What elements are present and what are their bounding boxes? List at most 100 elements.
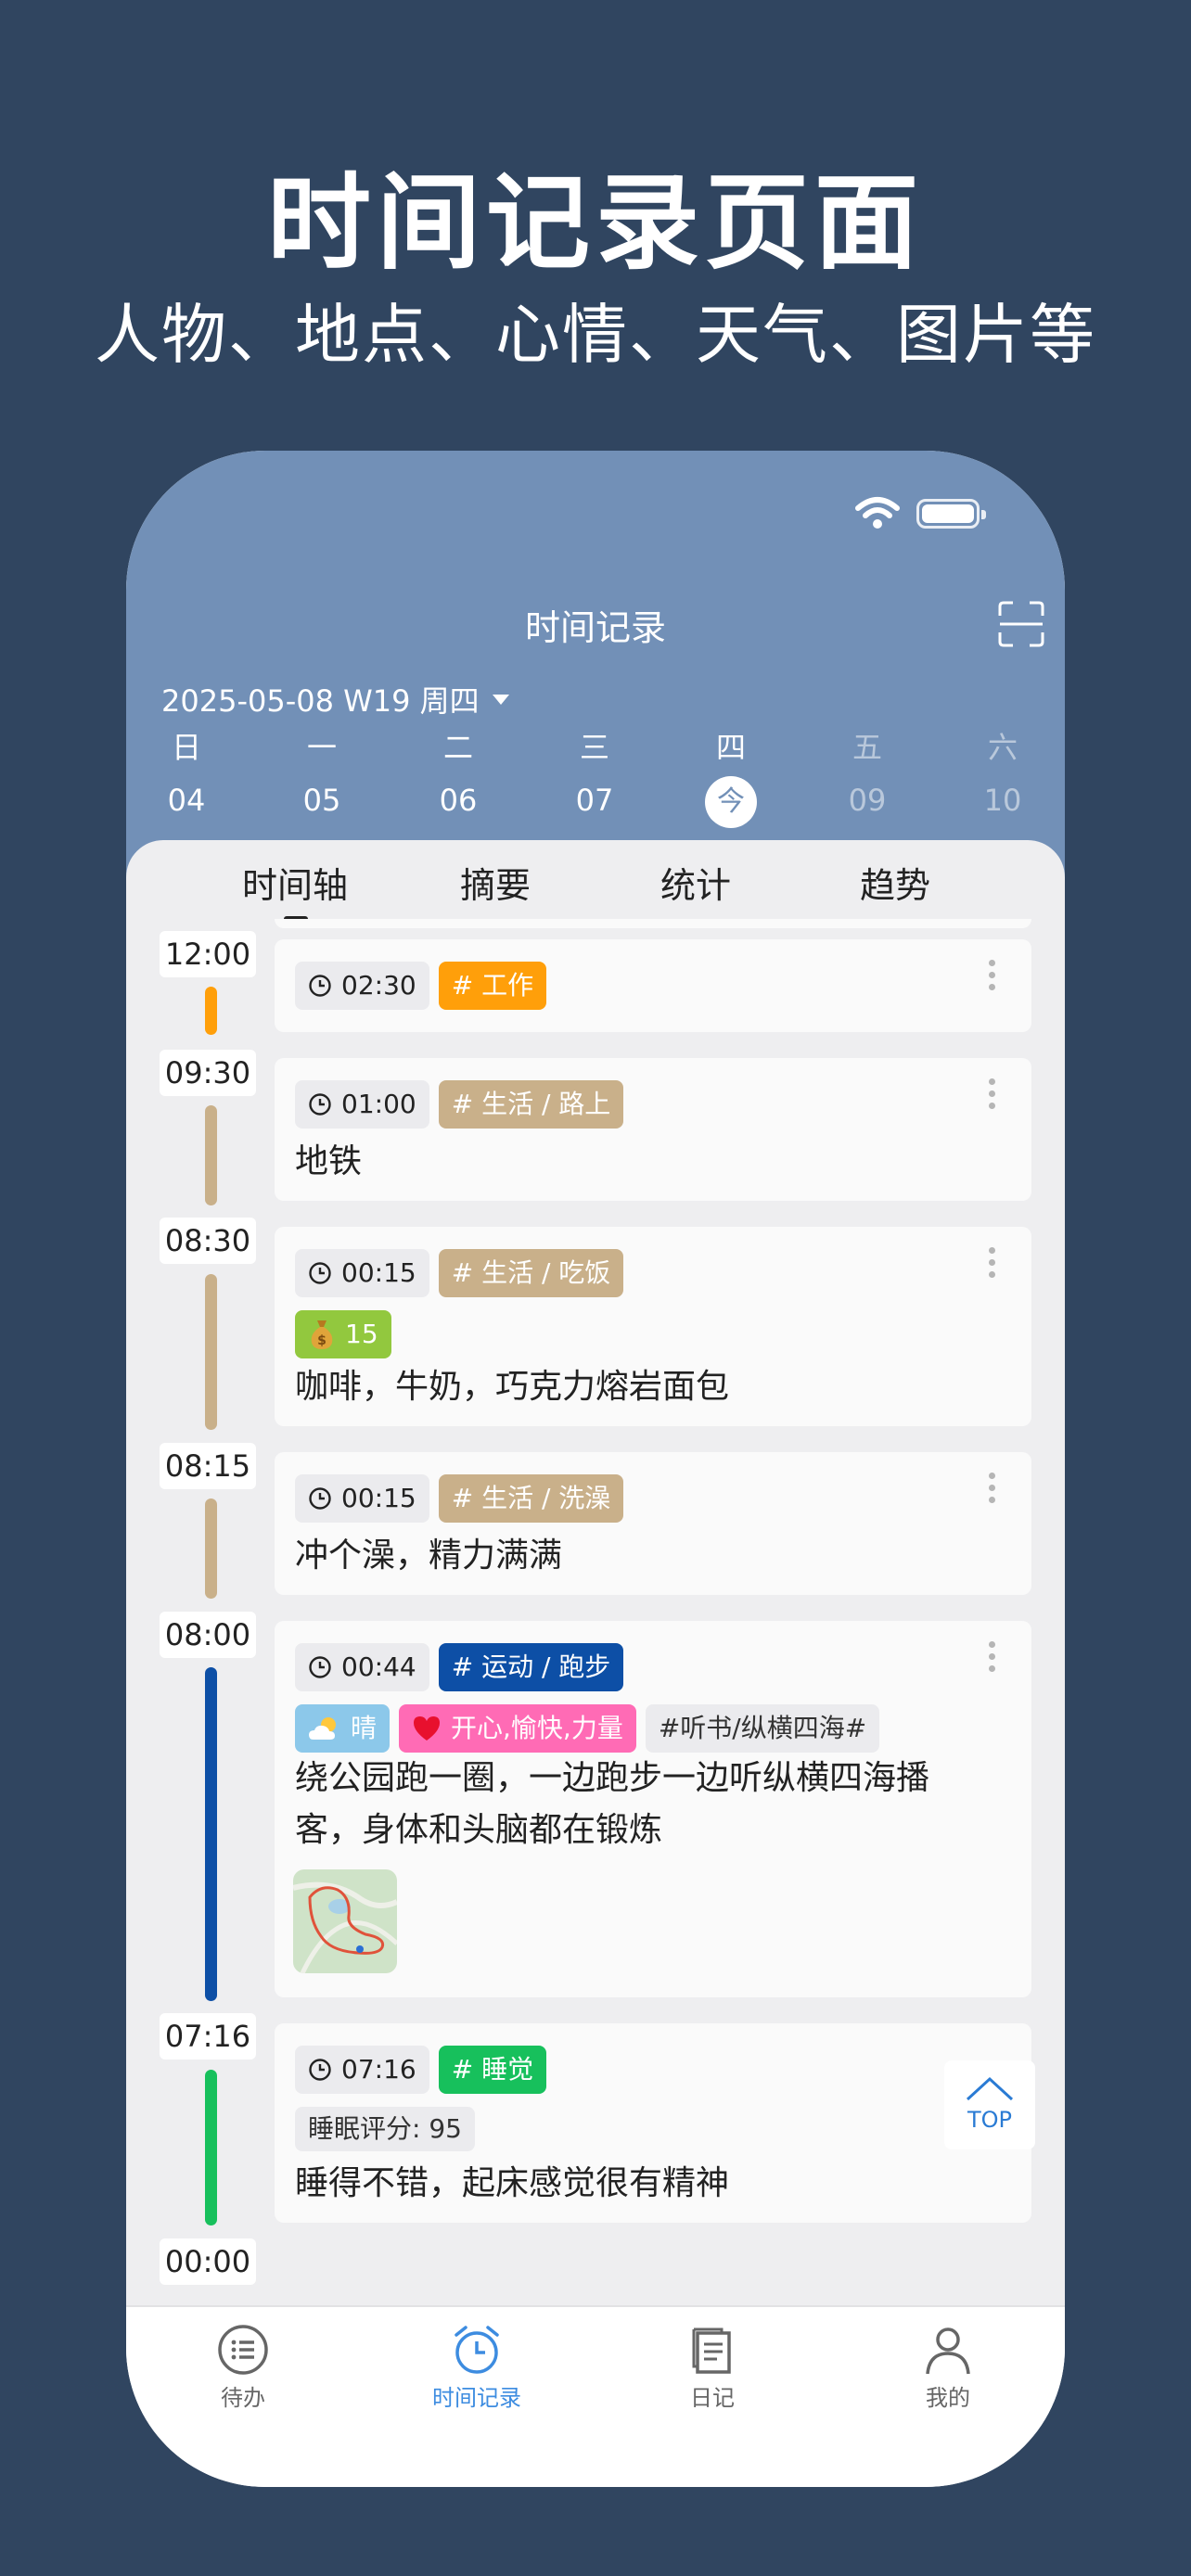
record-card[interactable]: 01:00 # 生活 / 路上 地铁 xyxy=(275,1058,1031,1201)
week-strip: 日 04 一 05 二 06 三 07 四今 五 09 六 10 xyxy=(126,724,1065,828)
diary-icon xyxy=(692,2327,731,2374)
duration-value: 00:15 xyxy=(341,1483,416,1513)
tab-summary[interactable]: 摘要 xyxy=(412,857,579,908)
date-selector[interactable]: 2025-05-08 W19 周四 xyxy=(161,678,509,721)
category-tag[interactable]: # 运动 / 跑步 xyxy=(438,1643,624,1691)
person-icon xyxy=(926,2327,970,2375)
tab-timeline[interactable]: 时间轴 xyxy=(211,857,378,908)
timeline-bar xyxy=(205,1105,217,1205)
more-icon[interactable] xyxy=(987,1641,996,1678)
record-card[interactable]: 00:15 # 生活 / 洗澡 冲个澡，精力满满 xyxy=(275,1452,1031,1595)
nav-label: 我的 xyxy=(926,2385,970,2411)
record-note: 冲个澡，精力满满 xyxy=(295,1537,563,1575)
category-tag[interactable]: # 工作 xyxy=(438,962,547,1010)
clock-icon xyxy=(309,1656,331,1678)
clock-icon xyxy=(309,1262,331,1284)
day-number: 10 xyxy=(983,783,1022,818)
topic-chip[interactable]: #听书/纵横四海# xyxy=(645,1704,880,1753)
day-number: 05 xyxy=(302,783,341,818)
day-tue[interactable]: 二 06 xyxy=(412,724,505,826)
day-number: 04 xyxy=(167,783,206,818)
expense-chip: $ 15 xyxy=(295,1310,391,1358)
more-icon[interactable] xyxy=(987,1247,996,1284)
scan-icon[interactable] xyxy=(998,601,1044,647)
more-icon[interactable] xyxy=(987,1078,996,1116)
record-card[interactable]: 00:15 # 生活 / 吃饭 $ 15 咖啡，牛奶，巧克力熔岩面包 xyxy=(275,1227,1031,1426)
time-label: 00:00 xyxy=(160,2238,256,2285)
timeline-bar xyxy=(205,1498,217,1599)
clock-icon xyxy=(309,1487,331,1510)
list-icon xyxy=(218,2325,268,2375)
day-today[interactable]: 四今 xyxy=(685,724,777,828)
day-number: 09 xyxy=(848,783,887,818)
page-title: 时间记录 xyxy=(524,607,666,648)
day-sun[interactable]: 日 04 xyxy=(140,724,233,826)
tab-statistics[interactable]: 统计 xyxy=(612,857,779,908)
timeline-bar xyxy=(205,2070,217,2225)
day-wed[interactable]: 三 07 xyxy=(548,724,641,826)
duration-value: 07:16 xyxy=(341,2054,416,2085)
day-weekday: 二 xyxy=(442,730,473,765)
nav-todo[interactable]: 待办 xyxy=(178,2324,308,2412)
route-map-thumbnail[interactable] xyxy=(293,1869,397,1973)
record-card[interactable]: 00:44 # 运动 / 跑步 晴 开心,愉快,力量 #听书/纵横四海# 绕公园… xyxy=(275,1621,1031,1997)
phone-frame: 时间记录 2025-05-08 W19 周四 日 04 一 05 二 06 三 07 四… xyxy=(126,451,1065,2487)
time-label: 08:15 xyxy=(160,1443,256,1489)
more-icon[interactable] xyxy=(987,1473,996,1510)
bottom-navigation: 待办 时间记录 日记 我的 xyxy=(126,2305,1065,2487)
category-tag[interactable]: # 生活 / 洗澡 xyxy=(438,1474,624,1523)
record-note: 绕公园跑一圈，一边跑步一边听纵横四海播客，身体和头脑都在锻炼 xyxy=(295,1759,930,1849)
day-weekday: 日 xyxy=(171,730,201,765)
nav-profile[interactable]: 我的 xyxy=(883,2324,1013,2412)
svg-text:$: $ xyxy=(317,1333,327,1348)
mood-chip: 开心,愉快,力量 xyxy=(399,1704,636,1753)
duration-chip: 01:00 xyxy=(295,1080,429,1129)
duration-chip: 00:15 xyxy=(295,1249,429,1297)
day-number: 06 xyxy=(439,783,478,818)
time-label: 07:16 xyxy=(160,2013,256,2060)
category-tag[interactable]: # 生活 / 吃饭 xyxy=(438,1249,624,1297)
nav-label: 待办 xyxy=(221,2385,265,2411)
day-number: 07 xyxy=(575,783,614,818)
record-note: 地铁 xyxy=(295,1142,363,1180)
tab-trend[interactable]: 趋势 xyxy=(812,857,979,908)
day-weekday: 五 xyxy=(852,730,882,765)
alarm-clock-icon xyxy=(455,2326,499,2374)
record-card[interactable]: 02:30 # 工作 xyxy=(275,939,1031,1032)
duration-chip: 00:44 xyxy=(295,1643,429,1691)
heart-icon xyxy=(414,1716,441,1741)
nav-label: 时间记录 xyxy=(432,2385,521,2411)
money-bag-icon: $ xyxy=(311,1320,333,1349)
category-tag[interactable]: # 睡觉 xyxy=(438,2046,547,2094)
date-selector-label: 2025-05-08 W19 周四 xyxy=(161,683,480,719)
duration-chip: 07:16 xyxy=(295,2046,429,2094)
weather-chip: 晴 xyxy=(295,1704,391,1753)
scroll-top-button[interactable]: TOP xyxy=(944,2060,1035,2149)
day-sat[interactable]: 六 10 xyxy=(956,724,1049,826)
scroll-top-label: TOP xyxy=(967,2107,1013,2133)
day-mon[interactable]: 一 05 xyxy=(275,724,368,826)
more-icon[interactable] xyxy=(987,960,996,997)
clock-icon xyxy=(309,2059,331,2081)
day-weekday: 一 xyxy=(306,730,337,765)
day-fri[interactable]: 五 09 xyxy=(821,724,914,826)
tab-bar: 时间轴 摘要 统计 趋势 xyxy=(126,840,1065,924)
day-weekday: 三 xyxy=(579,730,609,765)
duration-value: 01:00 xyxy=(341,1089,416,1119)
nav-time-record[interactable]: 时间记录 xyxy=(412,2324,542,2412)
nav-diary[interactable]: 日记 xyxy=(647,2324,777,2412)
sun-cloud-icon xyxy=(309,1717,336,1740)
app-header: 时间记录 2025-05-08 W19 周四 日 04 一 05 二 06 三 07 四… xyxy=(126,451,1065,886)
record-note: 睡得不错，起床感觉很有精神 xyxy=(295,2164,730,2202)
nav-label: 日记 xyxy=(690,2385,735,2411)
timeline-bar xyxy=(205,1274,217,1430)
promo-subtitle: 人物、地点、心情、天气、图片等 xyxy=(95,297,1096,373)
day-weekday: 四 xyxy=(715,730,746,765)
duration-chip: 00:15 xyxy=(295,1474,429,1523)
timeline-bar xyxy=(205,987,217,1035)
day-weekday: 六 xyxy=(987,730,1018,765)
expense-value: 15 xyxy=(345,1319,378,1349)
category-tag[interactable]: # 生活 / 路上 xyxy=(438,1080,624,1129)
timeline-bar xyxy=(205,1667,217,2001)
record-card[interactable]: 07:16 # 睡觉 睡眠评分: 95 睡得不错，起床感觉很有精神 xyxy=(275,2023,1031,2223)
